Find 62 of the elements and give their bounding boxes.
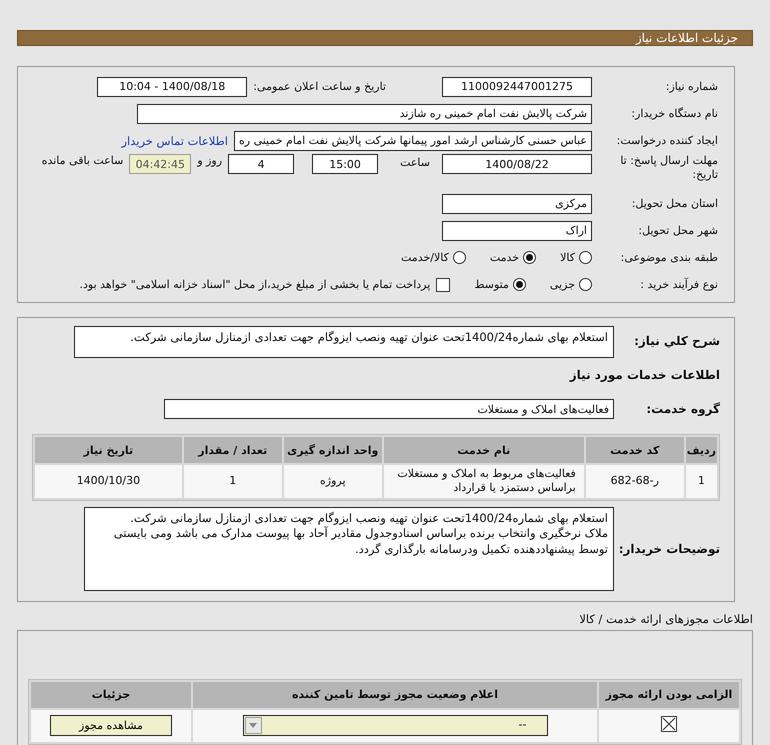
table-cell: فعالیت‌های مربوط به املاک و مستغلات براساس دستمزد یا قرارداد bbox=[384, 465, 584, 498]
radio-label: کالا bbox=[560, 251, 575, 264]
view-permit-button[interactable]: مشاهده مجوز bbox=[50, 715, 172, 736]
column-header: الزامی بودن ارائه مجوز bbox=[599, 682, 739, 708]
checkbox[interactable] bbox=[436, 278, 450, 292]
field-label: مهلت ارسال پاسخ: تا تاریخ: bbox=[619, 154, 718, 183]
announce-date-field: 1400/08/18 - 10:04 bbox=[97, 76, 248, 96]
field-label: نوع فرآیند خرید : bbox=[639, 278, 718, 291]
summary-field: استعلام بهای شماره1400/24تحت عنوان تهیه ونصب ایزوگام جهت تعدادی ازمنازل سازمانی شرکت. bbox=[74, 326, 614, 358]
field-label: شرح کلي نياز: bbox=[633, 334, 720, 348]
buyer-notes-field: استعلام بهای شماره1400/24تحت عنوان تهیه ونصب ایزوگام جهت تعدادی ازمنازل سازمانی شرکت. ملاک نرخگیری وانتخاب برنده براساس اسنادوجدول مقادیر آحاد بها پیوست مدارک می باشد ومی بایستی توسط پیشنهاددهنده تکمیل ودرسامانه بارگذاری گردد. bbox=[84, 506, 614, 591]
radio-label: جزیی bbox=[550, 278, 575, 291]
field-label: شماره نیاز: bbox=[664, 80, 718, 93]
field-label: استان محل تحویل: bbox=[630, 197, 718, 210]
requester-field: عباس حسنی کارشناس ارشد امور پیمانها شرکت پالایش نفت امام خمینی ره bbox=[234, 130, 592, 150]
permit-status-dropdown[interactable]: -- bbox=[242, 715, 548, 736]
column-header: کد خدمت bbox=[586, 437, 684, 463]
province-field: مرکزی bbox=[442, 194, 592, 214]
field-label: ساعت باقی مانده bbox=[42, 154, 124, 167]
remaining-time-field: 04:42:45 bbox=[129, 154, 192, 174]
column-header: ردیف bbox=[686, 437, 717, 463]
field-label: نام دستگاه خریدار: bbox=[630, 107, 718, 120]
column-header: جزئیات bbox=[31, 682, 191, 708]
field-label: گروه خدمت: bbox=[645, 402, 720, 416]
field-label: روز و bbox=[197, 154, 222, 167]
buyer-field: شرکت پالایش نفت امام خمینی ره شازند bbox=[137, 104, 592, 124]
radio-label: متوسط bbox=[474, 278, 509, 291]
field-label: ساعت bbox=[400, 156, 430, 169]
table-cell: ر-68-682 bbox=[586, 465, 684, 498]
section-title: اطلاعات خدمات مورد نیاز bbox=[570, 368, 720, 382]
radio-label: خدمت bbox=[490, 251, 520, 264]
table-cell: پروژه bbox=[284, 465, 382, 498]
column-header: تعداد / مقدار bbox=[184, 437, 282, 463]
column-header: تاریخ نیاز bbox=[35, 437, 182, 463]
header-title: جزئیات اطلاعات نیاز bbox=[636, 31, 738, 45]
deadline-date-field: 1400/08/22 bbox=[442, 154, 592, 174]
table-cell: 1 bbox=[686, 465, 717, 498]
deadline-time-field: 15:00 bbox=[312, 154, 378, 174]
radio-button[interactable] bbox=[512, 278, 526, 291]
field-label: توضیحات خریدار: bbox=[620, 542, 720, 556]
radio-button[interactable] bbox=[523, 251, 536, 264]
service-group-field: فعالیت‌های املاک و مستغلات bbox=[164, 399, 614, 419]
field-label: شهر محل تحویل: bbox=[637, 224, 718, 237]
field-label: تاریخ و ساعت اعلان عمومی: bbox=[253, 80, 386, 93]
table-cell: 1400/10/30 bbox=[35, 465, 182, 498]
radio-button[interactable] bbox=[452, 251, 466, 264]
city-field: اراک bbox=[442, 220, 592, 240]
column-header: اعلام وضعیت مجوز توسط تامین کننده bbox=[193, 682, 597, 708]
section-title: اطلاعات مجوزهای ارائه خدمت / کالا bbox=[579, 612, 753, 626]
column-header: نام خدمت bbox=[384, 437, 584, 463]
table-cell: 1 bbox=[184, 465, 282, 498]
buyer-contact-link[interactable]: اطلاعات تماس خریدار bbox=[121, 134, 228, 148]
need-number-field: 1100092447001275 bbox=[442, 76, 592, 96]
caret-icon bbox=[244, 717, 262, 734]
radio-button[interactable] bbox=[579, 251, 592, 264]
radio-label: کالا/خدمت bbox=[401, 251, 449, 264]
column-header: واحد اندازه گیری bbox=[284, 437, 382, 463]
payment-option-label: پرداخت تمام یا بخشی از مبلغ خرید،از محل "اسناد خزانه اسلامی" خواهد بود. bbox=[80, 278, 430, 291]
field-label: طبقه بندی موضوعی: bbox=[620, 251, 718, 264]
radio-button[interactable] bbox=[579, 278, 592, 291]
field-label: ایجاد کننده درخواست: bbox=[616, 134, 718, 147]
days-field: 4 bbox=[228, 154, 294, 174]
